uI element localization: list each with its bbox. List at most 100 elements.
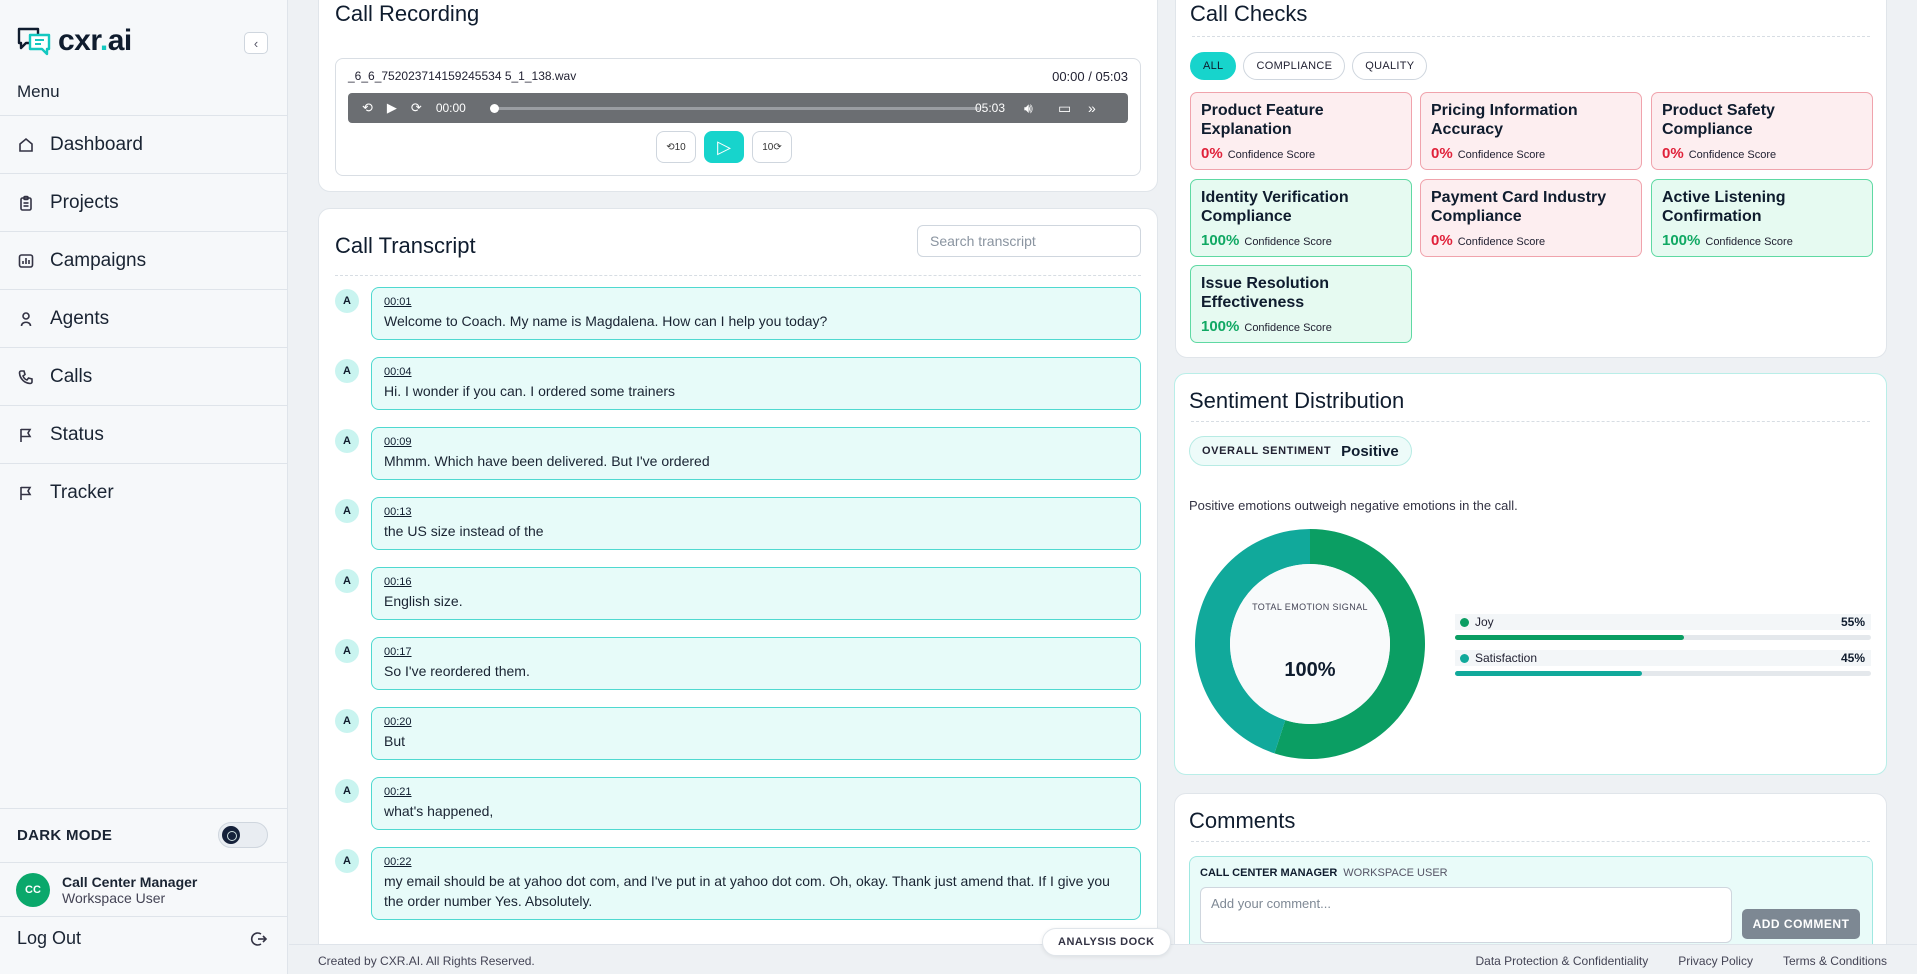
- flag-icon: [20, 428, 32, 442]
- sidebar-item-calls[interactable]: Calls: [0, 348, 288, 406]
- seek-bar[interactable]: [490, 104, 980, 113]
- check-card[interactable]: Payment Card Industry Compliance 0% Confid…: [1420, 179, 1642, 257]
- message-timestamp-link[interactable]: 00:20: [384, 716, 1128, 728]
- comment-author-role: WORKSPACE USER: [1343, 867, 1448, 879]
- check-card[interactable]: Active Listening Confirmation 100% Confide…: [1651, 179, 1873, 257]
- speaker-avatar: A: [335, 639, 359, 663]
- comment-input[interactable]: [1200, 887, 1732, 943]
- check-title: Pricing Information Accuracy: [1431, 102, 1578, 138]
- forward-10-icon: 10⟳: [762, 141, 782, 153]
- cast-icon[interactable]: ▭: [1058, 100, 1071, 117]
- sentiment-description: Positive emotions outweigh negative emot…: [1189, 498, 1518, 513]
- sidebar-item-dashboard[interactable]: Dashboard: [0, 116, 288, 174]
- skip-back-10-button[interactable]: ⟲10: [656, 131, 696, 163]
- sidebar-item-label: Calls: [50, 365, 93, 387]
- sidebar-item-label: Campaigns: [50, 249, 147, 271]
- filter-compliance[interactable]: COMPLIANCE: [1243, 52, 1346, 80]
- message-timestamp-link[interactable]: 00:04: [384, 366, 1128, 378]
- message-timestamp-link[interactable]: 00:13: [384, 506, 1128, 518]
- sidebar-item-tracker[interactable]: Tracker: [0, 464, 288, 522]
- emotion-bar: [1455, 671, 1871, 676]
- duration-time: 05:03: [975, 101, 1006, 115]
- emotion-row: Satisfaction 45%: [1455, 650, 1871, 676]
- brand-logo[interactable]: cxr.ai: [16, 24, 132, 58]
- legend-dot: [1460, 653, 1469, 663]
- check-title: Issue Resolution Effectiveness: [1201, 275, 1330, 311]
- check-card[interactable]: Product Safety Compliance 0% Confidence Sc…: [1651, 92, 1873, 170]
- check-card[interactable]: Product Feature Explanation 0% Confidence …: [1190, 92, 1412, 170]
- copyright: Created by CXR.AI. All Rights Reserved.: [318, 954, 535, 968]
- check-score-value: 0%: [1201, 145, 1223, 162]
- check-card[interactable]: Issue Resolution Effectiveness 100% Confid…: [1190, 265, 1412, 343]
- filter-all[interactable]: ALL: [1190, 52, 1237, 80]
- chart-icon: [18, 253, 34, 268]
- donut-center: TOTAL EMOTION SIGNAL 100%: [1195, 529, 1425, 759]
- speaker-avatar: A: [335, 289, 359, 313]
- message-bubble: 00:09 Mhmm. Which have been delivered. Bu…: [371, 427, 1141, 480]
- volume-icon[interactable]: 🔊︎: [1024, 100, 1033, 117]
- filter-quality[interactable]: QUALITY: [1352, 52, 1428, 80]
- emotion-row: Joy 55%: [1455, 614, 1871, 640]
- play-icon[interactable]: ▶: [387, 100, 397, 116]
- add-comment-button[interactable]: ADD COMMENT: [1742, 909, 1860, 939]
- comments-title: Comments: [1189, 808, 1296, 833]
- sidebar-item-label: Projects: [50, 191, 119, 213]
- seek-handle[interactable]: [490, 104, 499, 113]
- sidebar-item-status[interactable]: Status: [0, 406, 288, 464]
- divider: [1191, 421, 1870, 422]
- divider: [1192, 36, 1870, 37]
- message-timestamp-link[interactable]: 00:09: [384, 436, 1128, 448]
- avatar: CC: [16, 872, 50, 907]
- check-card[interactable]: Pricing Information Accuracy 0% Confidence…: [1420, 92, 1642, 170]
- transcript-search-input[interactable]: [917, 225, 1141, 257]
- check-card[interactable]: Identity Verification Compliance 100% Conf…: [1190, 179, 1412, 257]
- skip-forward-10-button[interactable]: 10⟳: [752, 131, 792, 163]
- emotion-name: Joy: [1475, 615, 1494, 629]
- user-name: Call Center Manager: [62, 873, 198, 890]
- legend-dot: [1460, 617, 1469, 627]
- check-score-value: 0%: [1662, 145, 1684, 162]
- message-timestamp-link[interactable]: 00:01: [384, 296, 1128, 308]
- more-icon[interactable]: »: [1088, 100, 1096, 116]
- message-timestamp-link[interactable]: 00:21: [384, 786, 1128, 798]
- check-score-label: Confidence Score: [1244, 236, 1332, 248]
- message-timestamp-link[interactable]: 00:16: [384, 576, 1128, 588]
- sidebar-item-projects[interactable]: Projects: [0, 174, 288, 232]
- message-timestamp-link[interactable]: 00:22: [384, 856, 1128, 868]
- footer-links: Data Protection & Confidentiality Privac…: [1476, 954, 1888, 968]
- privacy-policy-link[interactable]: Privacy Policy: [1678, 954, 1753, 968]
- analysis-dock-button[interactable]: ANALYSIS DOCK: [1042, 928, 1171, 956]
- check-score-label: Confidence Score: [1457, 149, 1546, 161]
- data-protection-link[interactable]: Data Protection & Confidentiality: [1476, 954, 1649, 968]
- user-profile[interactable]: CC Call Center Manager Workspace User: [0, 862, 288, 916]
- dark-mode-toggle[interactable]: [218, 822, 268, 848]
- message-bubble: 00:22 my email should be at yahoo dot com…: [371, 847, 1141, 920]
- message-text: But: [384, 733, 406, 749]
- terms-link[interactable]: Terms & Conditions: [1783, 954, 1887, 968]
- check-title: Identity Verification Compliance: [1201, 189, 1349, 225]
- check-score: 0% Confidence Score: [1431, 232, 1545, 249]
- message-bubble: 00:17 So I've reordered them.: [371, 637, 1141, 690]
- check-score: 100% Confidence Score: [1201, 232, 1332, 249]
- dark-mode-row: DARK MODE: [0, 808, 288, 862]
- call-transcript-title: Call Transcript: [335, 233, 476, 258]
- logout-button[interactable]: Log Out: [0, 916, 288, 960]
- comment-composer: CALL CENTER MANAGER WORKSPACE USER ADD CO…: [1189, 856, 1873, 956]
- sidebar-item-label: Status: [50, 423, 104, 445]
- speaker-avatar: A: [335, 499, 359, 523]
- user-icon: [20, 311, 32, 326]
- forward-icon[interactable]: ⟳: [411, 100, 422, 116]
- call-recording-title: Call Recording: [335, 1, 480, 26]
- emotion-bar-fill: [1455, 671, 1643, 676]
- message-text: the US size instead of the: [384, 523, 544, 539]
- check-score-value: 100%: [1201, 318, 1240, 335]
- toggle-knob: [222, 826, 240, 844]
- sidebar-item-campaigns[interactable]: Campaigns: [0, 232, 288, 290]
- sidebar-item-agents[interactable]: Agents: [0, 290, 288, 348]
- home-icon: [19, 137, 33, 152]
- sentiment-title: Sentiment Distribution: [1189, 388, 1405, 413]
- message-timestamp-link[interactable]: 00:17: [384, 646, 1128, 658]
- collapse-sidebar-button[interactable]: ‹: [244, 32, 268, 54]
- rewind-icon[interactable]: ⟲: [362, 100, 373, 116]
- play-button[interactable]: ▷: [704, 131, 744, 163]
